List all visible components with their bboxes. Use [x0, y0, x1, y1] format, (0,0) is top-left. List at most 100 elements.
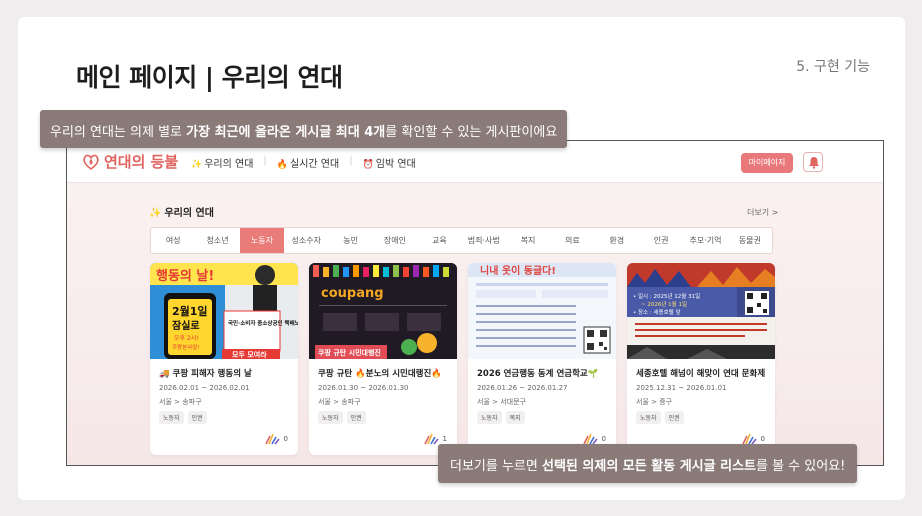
- post-card[interactable]: • 일시 : 2025년 12월 31일 ~ 2026년 1월 1일 • 장소 …: [627, 263, 775, 455]
- app-screenshot: 연대의 등불 ✨ 우리의 연대 | 🔥 실시간 연대 | ⏰ 임박 연대 마이페이지 …: [66, 140, 884, 466]
- nav-label: 실시간 연대: [290, 159, 340, 170]
- post-thumbnail: 행동의 날! 2월1일 잠실로 오후 2시! 쿠팡본사앞! 국민·소비자 중소상…: [150, 263, 298, 359]
- post-location: 서울 > 중구: [636, 398, 673, 406]
- alarm-clock-icon: ⏰: [362, 160, 374, 170]
- post-tags: 노동자 복지: [477, 411, 525, 424]
- count-value: 0: [760, 435, 765, 443]
- thumb-time: 오후 2시!: [174, 334, 199, 342]
- post-card[interactable]: coupang 쿠팡 규탄 시민대행진 쿠팡 규탄 🔥분노의 시민대행진🔥 20…: [309, 263, 457, 455]
- nav-divider: |: [349, 155, 353, 166]
- more-link[interactable]: 더보기 >: [747, 207, 778, 218]
- thumb-line2: ~ 2026년 1월 1일: [641, 300, 687, 308]
- count-value: 0: [283, 435, 288, 443]
- post-date: 2026.01.26 ~ 2026.01.27: [477, 384, 568, 392]
- post-date: 2026.01.30 ~ 2026.01.30: [318, 384, 409, 392]
- poster-image: 행동의 날! 2월1일 잠실로 오후 2시! 쿠팡본사앞! 국민·소비자 중소상…: [150, 263, 298, 359]
- tag: 노동자: [318, 411, 343, 424]
- candle-count[interactable]: 0: [264, 433, 288, 445]
- tab-agenda[interactable]: 범죄·사법: [462, 228, 506, 253]
- post-title: 🚚 쿠팡 피해자 행동의 날: [159, 369, 252, 379]
- callout-bottom: 더보기를 누르면 선택된 의제의 모든 활동 게시글 리스트를 볼 수 있어요!: [438, 444, 858, 483]
- thumb-side: 국민·소비자 중소상공인 택배노동자: [228, 319, 298, 327]
- nav-item-imminent[interactable]: ⏰ 임박 연대: [363, 155, 416, 170]
- board-title: ✨ 우리의 연대: [149, 204, 214, 219]
- tab-agenda[interactable]: 여성: [151, 228, 195, 253]
- thumb-place: 잠실로: [172, 319, 200, 332]
- tab-agenda[interactable]: 성소수자: [284, 228, 328, 253]
- tab-agenda[interactable]: 의료: [550, 228, 594, 253]
- post-card[interactable]: 니내 옷이 동글다! 2026 연금행동 동계 연금학교🌱 2026.01.26…: [468, 263, 616, 455]
- post-cards: 행동의 날! 2월1일 잠실로 오후 2시! 쿠팡본사앞! 국민·소비자 중소상…: [150, 263, 775, 455]
- count-value: 1: [442, 435, 447, 443]
- thumb-brand: coupang: [321, 286, 384, 301]
- tab-agenda[interactable]: 추모·기억: [683, 228, 727, 253]
- nav-item-realtime[interactable]: 🔥 실시간 연대: [277, 155, 339, 170]
- thumb-date: 2월1일: [172, 304, 208, 318]
- agenda-tabs: 여성 청소년 노동자 성소수자 농민 장애인 교육 범죄·사법 복지 의료 환경 인권 추모·기억 동물권: [150, 227, 773, 254]
- nav-divider: |: [263, 155, 267, 166]
- tab-agenda[interactable]: 교육: [417, 228, 461, 253]
- section-label: 5. 구현 기능: [796, 59, 870, 75]
- poster-image: • 일시 : 2025년 12월 31일 ~ 2026년 1월 1일 • 장소 …: [627, 263, 775, 359]
- tab-agenda[interactable]: 장애인: [373, 228, 417, 253]
- thumb-headline: 행동의 날!: [156, 268, 214, 284]
- post-tags: 노동자 인권: [636, 411, 684, 424]
- tab-agenda[interactable]: 환경: [595, 228, 639, 253]
- sparkle-icon: ✨: [191, 160, 203, 170]
- thumb-line1: • 일시 : 2025년 12월 31일: [633, 292, 700, 300]
- thumb-cta: 모두 모여라: [232, 350, 267, 359]
- callout-text: 우리의 연대는 의제 별로: [50, 125, 187, 140]
- sparkle-icon: ✨: [149, 208, 162, 219]
- thumb-place2: 쿠팡본사앞!: [172, 343, 200, 351]
- callout-emphasis: 선택된 의제의 모든 활동 게시글 리스트: [542, 459, 756, 474]
- tag: 인권: [187, 411, 207, 424]
- tag: 복지: [505, 411, 525, 424]
- bell-icon: [809, 157, 819, 169]
- post-title: 2026 연금행동 동계 연금학교🌱: [477, 369, 599, 379]
- callout-text: 를 확인할 수 있는 게시판이에요: [385, 125, 558, 140]
- post-title: 쿠팡 규탄 🔥분노의 시민대행진🔥: [318, 369, 442, 379]
- thumb-headline: 니내 옷이 동글다!: [480, 264, 556, 277]
- tab-agenda[interactable]: 노동자: [239, 228, 285, 253]
- tab-agenda[interactable]: 농민: [328, 228, 372, 253]
- post-tags: 노동자 인권: [159, 411, 207, 424]
- poster-image: 니내 옷이 동글다!: [468, 263, 616, 359]
- tag: 인권: [664, 411, 684, 424]
- count-value: 0: [601, 435, 606, 443]
- tab-agenda[interactable]: 인권: [639, 228, 683, 253]
- logo[interactable]: 연대의 등불: [81, 151, 178, 172]
- tab-agenda[interactable]: 동물권: [728, 228, 772, 253]
- nav-label: 임박 연대: [375, 159, 416, 170]
- post-location: 서울 > 송파구: [318, 398, 361, 406]
- tab-agenda[interactable]: 청소년: [195, 228, 239, 253]
- candle-light-icon: [264, 433, 280, 445]
- notification-button[interactable]: [803, 152, 823, 172]
- tag: 인권: [346, 411, 366, 424]
- candle-light-icon: [423, 433, 439, 445]
- post-location: 서울 > 송파구: [159, 398, 202, 406]
- thumb-line3: • 장소 : 세종호텔 앞: [633, 308, 681, 316]
- callout-text: 를 볼 수 있어요!: [756, 459, 846, 474]
- post-location: 서울 > 서대문구: [477, 398, 526, 406]
- mypage-button[interactable]: 마이페이지: [741, 153, 793, 173]
- poster-image: coupang 쿠팡 규탄 시민대행진: [309, 263, 457, 359]
- slide-title: 메인 페이지 | 우리의 연대: [76, 63, 343, 92]
- post-card[interactable]: 행동의 날! 2월1일 잠실로 오후 2시! 쿠팡본사앞! 국민·소비자 중소상…: [150, 263, 298, 455]
- post-date: 2025.12.31 ~ 2026.01.01: [636, 384, 727, 392]
- fire-icon: 🔥: [276, 160, 288, 170]
- tag: 노동자: [636, 411, 661, 424]
- main-nav: ✨ 우리의 연대 | 🔥 실시간 연대 | ⏰ 임박 연대: [191, 155, 416, 170]
- tag: 노동자: [159, 411, 184, 424]
- nav-item-our-solidarity[interactable]: ✨ 우리의 연대: [191, 155, 253, 170]
- callout-text: 더보기를 누르면: [450, 459, 542, 474]
- tab-agenda[interactable]: 복지: [506, 228, 550, 253]
- heart-flame-icon: [83, 154, 99, 170]
- post-title: 세종호텔 해넘이 해맞이 연대 문화제: [636, 369, 766, 379]
- post-thumbnail: 니내 옷이 동글다!: [468, 263, 616, 359]
- post-thumbnail: coupang 쿠팡 규탄 시민대행진: [309, 263, 457, 359]
- callout-top: 우리의 연대는 의제 별로 가장 최근에 올라온 게시글 최대 4개를 확인할 …: [40, 110, 568, 148]
- post-tags: 노동자 인권: [318, 411, 366, 424]
- board-title-text: 우리의 연대: [164, 208, 214, 219]
- logo-text: 연대의 등불: [104, 153, 179, 171]
- tag: 노동자: [477, 411, 502, 424]
